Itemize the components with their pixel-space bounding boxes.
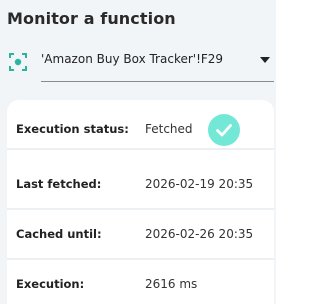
panel-title: Monitor a function — [7, 9, 176, 28]
status-row-cached-until: Cached until: 2026-02-26 20:35 — [7, 210, 274, 260]
row-label: Last fetched: — [16, 177, 102, 191]
row-value: 2026-02-26 20:35 — [145, 227, 254, 241]
row-label: Execution: — [16, 277, 85, 291]
chevron-down-icon[interactable] — [260, 57, 270, 63]
scrollbar-track[interactable] — [276, 0, 282, 304]
row-label: Cached until: — [16, 227, 102, 241]
status-card: Execution status: Fetched Last fetched: … — [7, 100, 274, 304]
row-value: 2616 ms — [145, 277, 198, 291]
status-row-execution-status: Execution status: Fetched — [7, 100, 274, 150]
function-select-value: 'Amazon Buy Box Tracker'!F29 — [41, 52, 224, 66]
row-value: 2026-02-19 20:35 — [145, 177, 254, 191]
function-select[interactable]: 'Amazon Buy Box Tracker'!F29 — [41, 50, 274, 82]
check-circle-icon — [208, 114, 240, 146]
status-row-execution: Execution: 2616 ms — [7, 260, 274, 304]
row-value: Fetched — [145, 122, 193, 136]
status-row-last-fetched: Last fetched: 2026-02-19 20:35 — [7, 160, 274, 210]
row-label: Execution status: — [16, 122, 129, 136]
monitor-panel: Monitor a function 'Amazon Buy Box Track… — [0, 0, 276, 304]
target-focus-icon[interactable] — [8, 52, 28, 72]
function-selector-row: 'Amazon Buy Box Tracker'!F29 — [7, 50, 274, 82]
